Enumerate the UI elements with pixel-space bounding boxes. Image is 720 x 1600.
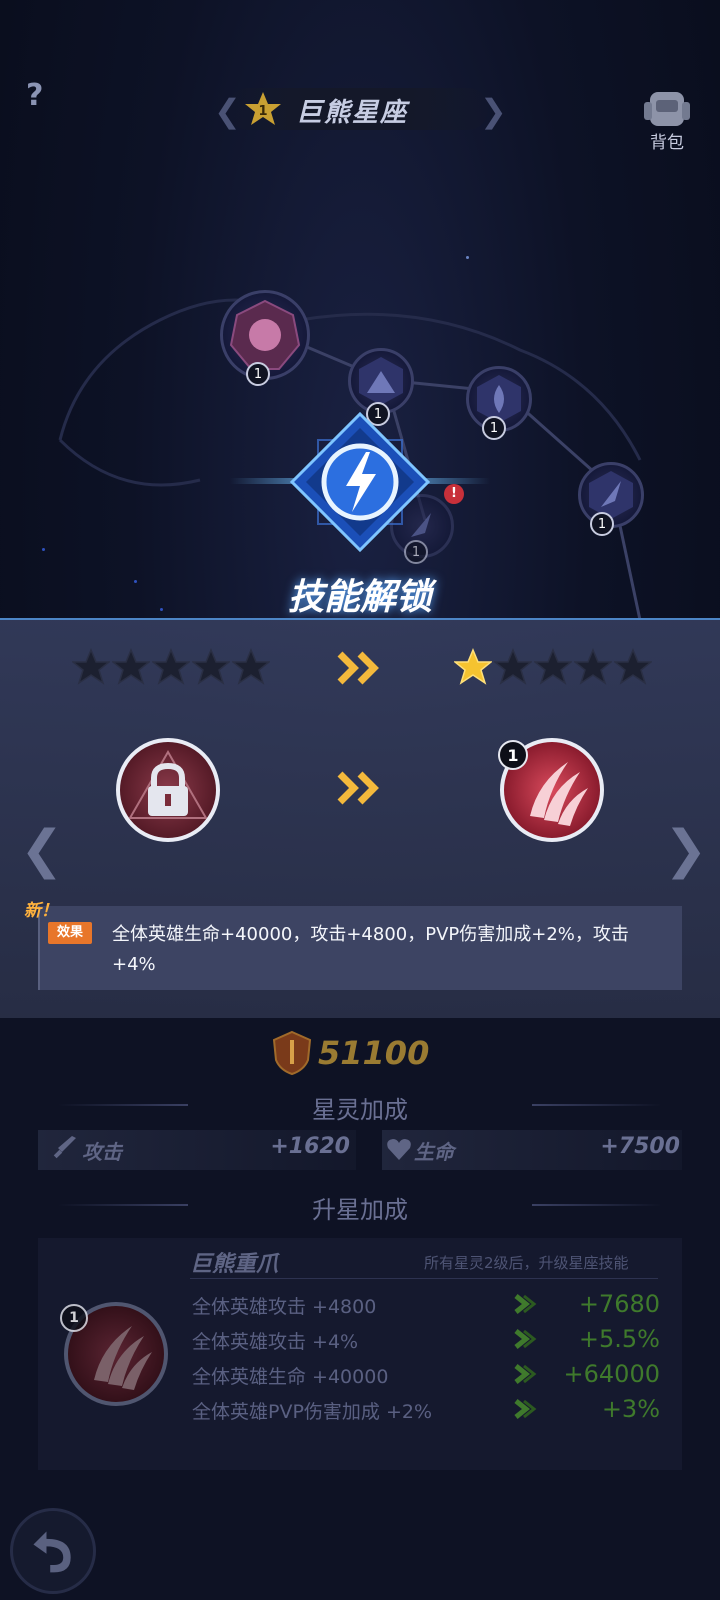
star-level-icon: 1: [245, 92, 281, 125]
locked-skill-icon: [116, 738, 220, 842]
double-chevron-icon: [337, 651, 379, 685]
star-empty-icon: [152, 648, 190, 685]
upstar-line-label: 全体英雄生命 +40000: [192, 1366, 389, 1388]
sword-icon: [53, 1136, 76, 1159]
upgrade-arrow-icon: [514, 1294, 537, 1314]
star-empty-icon: [574, 648, 612, 685]
upgrade-arrow-icon: [514, 1364, 537, 1384]
page-title: 巨熊星座: [296, 98, 409, 128]
node-level-badge: 1: [482, 416, 506, 440]
star-empty-icon: [72, 648, 110, 685]
lock-icon: [128, 749, 208, 819]
backpack-label[interactable]: 背包: [650, 128, 684, 153]
skill-unlock-title: 技能解锁: [287, 577, 432, 618]
next-constellation-arrow[interactable]: ❯: [480, 92, 507, 130]
upstar-line-label: 全体英雄攻击 +4800: [192, 1296, 377, 1318]
attack-label: 攻击: [82, 1140, 122, 1164]
upstar-line-value: +5.5%: [578, 1325, 660, 1353]
star-empty-icon: [232, 648, 270, 685]
back-button[interactable]: [10, 1508, 96, 1594]
attack-value: +1620: [270, 1134, 350, 1159]
star-empty-icon: [494, 648, 532, 685]
lightning-skill-icon: [289, 411, 431, 553]
upstar-condition: 所有星灵2级后，升级星座技能: [424, 1254, 629, 1272]
upstar-line-value: +7680: [578, 1290, 660, 1318]
star-level-text: 1: [258, 104, 267, 119]
backpack-icon[interactable]: [642, 86, 692, 130]
hp-value: +7500: [600, 1134, 680, 1159]
combat-power-value: 51100: [318, 1034, 430, 1072]
upstar-bonus-title: 升星加成: [312, 1196, 408, 1224]
effect-text: 全体英雄生命+40000，攻击+4800，PVP伤害加成+2%，攻击+4%: [112, 924, 629, 975]
upgrade-arrow-icon: [514, 1399, 537, 1419]
alert-badge-icon: !: [444, 484, 464, 504]
star-empty-icon: [614, 648, 652, 685]
prev-constellation-arrow[interactable]: ❮: [214, 92, 241, 130]
spirit-bonus-title: 星灵加成: [312, 1096, 408, 1124]
stars-after: [454, 648, 652, 686]
upgrade-arrow-icon: [514, 1329, 537, 1349]
upstar-skill-name: 巨熊重爪: [190, 1252, 279, 1277]
prev-arrow[interactable]: ❮: [20, 820, 64, 880]
help-button[interactable]: ?: [26, 78, 43, 113]
stars-before: [72, 648, 270, 686]
skill-level-badge: 1: [498, 740, 528, 770]
back-arrow-icon: [33, 1531, 71, 1573]
new-tag: 新！: [24, 901, 58, 921]
upstar-skill-level-badge: 1: [60, 1304, 88, 1332]
upstar-line-value: +64000: [563, 1360, 660, 1388]
star-empty-icon: [534, 648, 572, 685]
upstar-line-label: 全体英雄PVP伤害加成 +2%: [192, 1401, 433, 1423]
node-level-badge: 1: [590, 512, 614, 536]
divider: [190, 1278, 658, 1279]
next-arrow[interactable]: ❯: [664, 820, 708, 880]
node-level-badge: 1: [246, 362, 270, 386]
star-empty-icon: [192, 648, 230, 685]
combat-power-icon: [272, 1030, 312, 1076]
star-empty-icon: [112, 648, 150, 685]
upstar-line-label: 全体英雄攻击 +4%: [192, 1331, 359, 1353]
heart-icon: [387, 1139, 411, 1160]
upstar-line-value: +3%: [601, 1395, 660, 1423]
hp-label: 生命: [414, 1140, 454, 1164]
double-chevron-icon: [337, 771, 379, 805]
effect-label: 效果: [48, 922, 92, 944]
star-filled-icon: [454, 648, 492, 685]
